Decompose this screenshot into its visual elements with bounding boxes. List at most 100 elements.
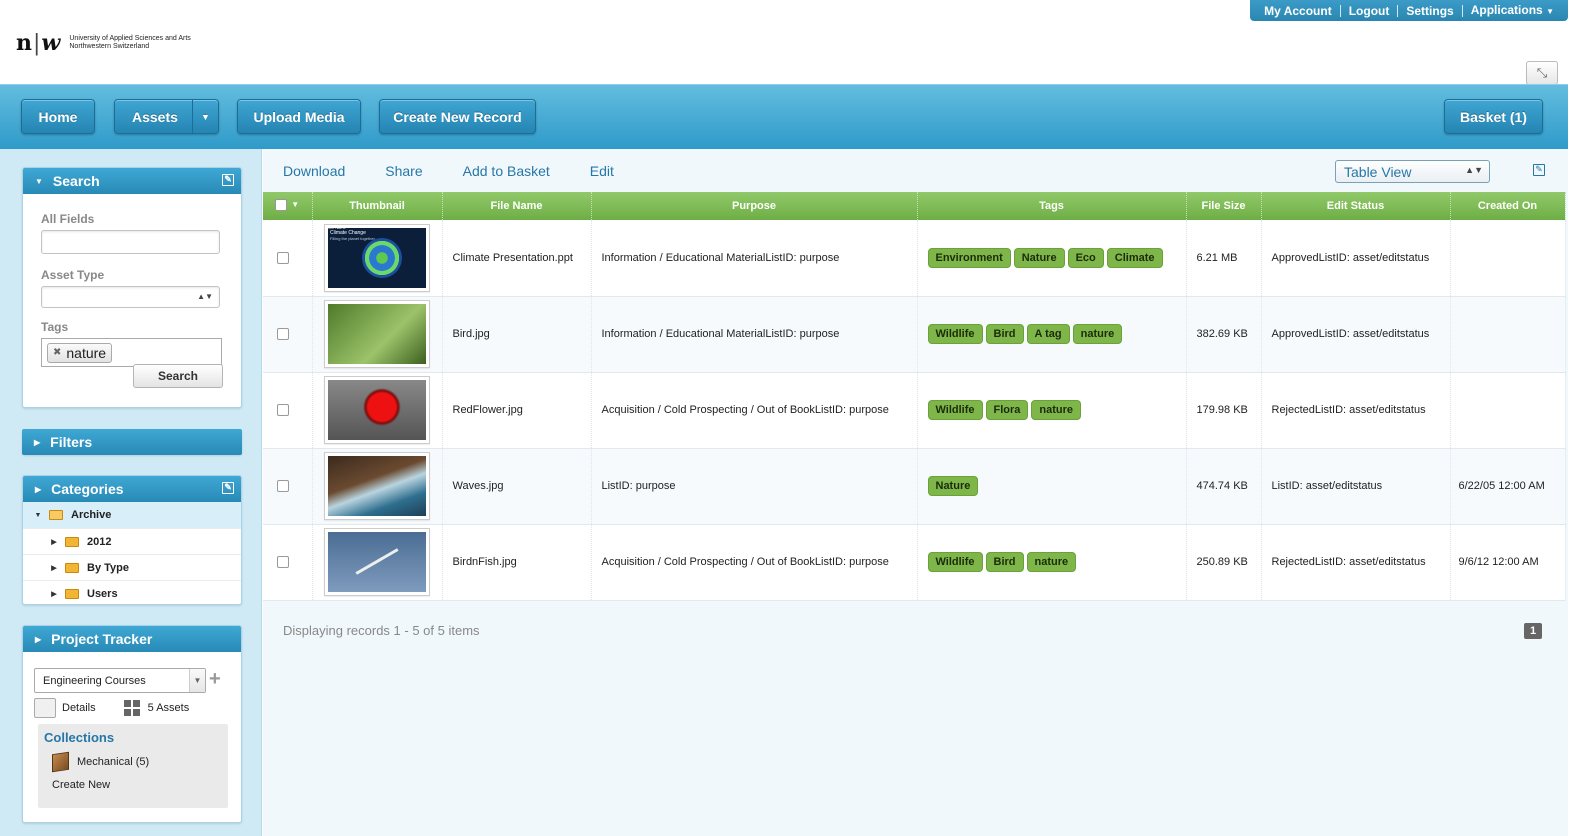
search-panel-header[interactable]: ▼ Search ✎ <box>23 168 241 194</box>
triangle-right-icon[interactable]: ▶ <box>47 564 61 572</box>
page-1-button[interactable]: 1 <box>1524 622 1542 639</box>
purpose-cell: Acquisition / Cold Prospecting / Out of … <box>591 524 918 601</box>
column-header-file-name[interactable]: File Name <box>442 192 592 220</box>
upload-media-button[interactable]: Upload Media <box>237 99 361 134</box>
triangle-down-icon[interactable]: ▼ <box>31 512 45 519</box>
file-size-cell: 474.74 KB <box>1186 448 1262 525</box>
assets-table: ▼ Thumbnail File Name Purpose Tags File … <box>263 192 1566 601</box>
bird-thumbnail[interactable] <box>324 300 430 368</box>
edit-icon[interactable]: ✎ <box>222 482 234 494</box>
chevron-down-icon[interactable]: ▼ <box>192 100 218 133</box>
row-checkbox[interactable] <box>277 328 289 340</box>
waves-thumbnail[interactable] <box>324 452 430 520</box>
asset-type-select[interactable]: ▲▼ <box>41 286 220 308</box>
red-flower-thumbnail[interactable] <box>324 376 430 444</box>
tag-badge[interactable]: Environment <box>927 247 1011 268</box>
category-by-type[interactable]: ▶ By Type <box>23 554 241 580</box>
tags-input[interactable]: ✖ nature <box>41 338 222 367</box>
assets-button[interactable]: Assets ▼ <box>114 99 219 134</box>
category-archive[interactable]: ▼ Archive <box>23 502 241 528</box>
view-select[interactable]: Table View ▲▼ <box>1335 160 1490 183</box>
home-button[interactable]: Home <box>21 99 95 134</box>
climate-slide-thumbnail[interactable]: Climate Change Filling the planet togethe… <box>324 223 430 292</box>
search-button[interactable]: Search <box>133 364 223 388</box>
table-row[interactable]: Bird.jpg Information / Educational Mater… <box>263 296 1566 373</box>
tag-badge[interactable]: Eco <box>1067 247 1104 268</box>
folder-icon <box>65 588 79 599</box>
column-header-file-size[interactable]: File Size <box>1186 192 1262 220</box>
categories-panel-header[interactable]: ▶ Categories ✎ <box>23 476 241 502</box>
tag-badge[interactable]: nature <box>1026 552 1077 572</box>
tag-badge[interactable]: Flora <box>985 400 1029 420</box>
filters-panel-header[interactable]: ▶ Filters <box>22 429 242 455</box>
tag-badge[interactable]: nature <box>1072 324 1123 344</box>
thumbnail-cell <box>312 372 443 449</box>
download-action[interactable]: Download <box>283 163 345 179</box>
column-header-purpose[interactable]: Purpose <box>591 192 918 220</box>
tag-badge[interactable]: Wildlife <box>927 552 983 572</box>
project-select[interactable]: Engineering Courses ▼ <box>34 668 206 693</box>
tag-badge[interactable]: A tag <box>1026 324 1070 344</box>
row-checkbox[interactable] <box>277 404 289 416</box>
create-new-record-button[interactable]: Create New Record <box>379 99 536 134</box>
create-collection-link[interactable]: Create New <box>52 779 222 791</box>
tag-badge[interactable]: Bird <box>985 324 1024 344</box>
chevron-down-icon: ▼ <box>1546 6 1554 16</box>
file-name-cell[interactable]: BirdnFish.jpg <box>442 524 592 601</box>
table-row[interactable]: Waves.jpg ListID: purpose Nature 474.74 … <box>263 448 1566 525</box>
table-row[interactable]: Climate Change Filling the planet togethe… <box>263 220 1566 297</box>
remove-tag-icon[interactable]: ✖ <box>53 347 61 358</box>
table-row[interactable]: RedFlower.jpg Acquisition / Cold Prospec… <box>263 372 1566 449</box>
tag-badge[interactable]: Wildlife <box>927 324 983 344</box>
project-tracker-header[interactable]: ▶ Project Tracker <box>23 626 241 652</box>
tag-badge[interactable]: Nature <box>1013 247 1065 268</box>
file-name-cell[interactable]: Waves.jpg <box>442 448 592 525</box>
book-icon[interactable] <box>34 698 56 718</box>
column-header-thumbnail[interactable]: Thumbnail <box>312 192 443 220</box>
column-header-created-on[interactable]: Created On <box>1450 192 1566 220</box>
logout-link[interactable]: Logout <box>1341 4 1399 17</box>
add-to-basket-action[interactable]: Add to Basket <box>463 163 550 179</box>
category-users[interactable]: ▶ Users <box>23 580 241 606</box>
edit-icon[interactable]: ✎ <box>222 174 234 186</box>
basket-button[interactable]: Basket (1) <box>1444 99 1543 134</box>
triangle-right-icon[interactable]: ▶ <box>47 538 61 546</box>
table-row[interactable]: BirdnFish.jpg Acquisition / Cold Prospec… <box>263 524 1566 601</box>
applications-link[interactable]: Applications ▼ <box>1463 4 1562 18</box>
project-details-link[interactable]: Details <box>62 702 96 714</box>
tag-badge[interactable]: Wildlife <box>927 400 983 420</box>
row-checkbox[interactable] <box>277 556 289 568</box>
category-2012[interactable]: ▶ 2012 <box>23 528 241 554</box>
edit-action[interactable]: Edit <box>590 163 614 179</box>
column-header-edit-status[interactable]: Edit Status <box>1261 192 1451 220</box>
file-name-cell[interactable]: RedFlower.jpg <box>442 372 592 449</box>
edit-columns-icon[interactable]: ✎ <box>1533 164 1545 176</box>
tag-badge[interactable]: nature <box>1031 400 1082 420</box>
select-all-checkbox[interactable] <box>275 198 288 211</box>
collapse-icon[interactable]: ⤡ <box>1526 61 1558 85</box>
caret-down-icon[interactable]: ▼ <box>291 200 299 209</box>
my-account-link[interactable]: My Account <box>1256 4 1341 17</box>
chevron-down-icon[interactable]: ▼ <box>189 669 205 692</box>
tag-badge[interactable]: Nature <box>927 476 979 496</box>
seabird-thumbnail[interactable] <box>324 528 430 596</box>
settings-link[interactable]: Settings <box>1398 4 1463 17</box>
project-assets-link[interactable]: 5 Assets <box>148 702 190 714</box>
column-header-tags[interactable]: Tags <box>917 192 1187 220</box>
add-project-icon[interactable]: + <box>209 668 221 691</box>
grid-icon[interactable] <box>123 700 140 716</box>
file-size-cell: 179.98 KB <box>1186 372 1262 449</box>
filters-panel: ▶ Filters <box>22 429 242 455</box>
tag-badge[interactable]: Bird <box>985 552 1024 572</box>
tag-badge[interactable]: Climate <box>1106 247 1163 268</box>
row-checkbox[interactable] <box>277 480 289 492</box>
collection-item[interactable]: Mechanical (5) <box>52 751 222 773</box>
all-fields-input[interactable] <box>41 230 220 254</box>
main-navigation: Home Assets ▼ Upload Media Create New Re… <box>0 84 1568 149</box>
file-name-cell[interactable]: Climate Presentation.ppt <box>442 220 592 297</box>
triangle-right-icon[interactable]: ▶ <box>47 590 61 598</box>
share-action[interactable]: Share <box>385 163 422 179</box>
file-name-cell[interactable]: Bird.jpg <box>442 296 592 373</box>
row-checkbox[interactable] <box>277 251 289 264</box>
edit-status-cell: ListID: asset/editstatus <box>1261 448 1451 525</box>
